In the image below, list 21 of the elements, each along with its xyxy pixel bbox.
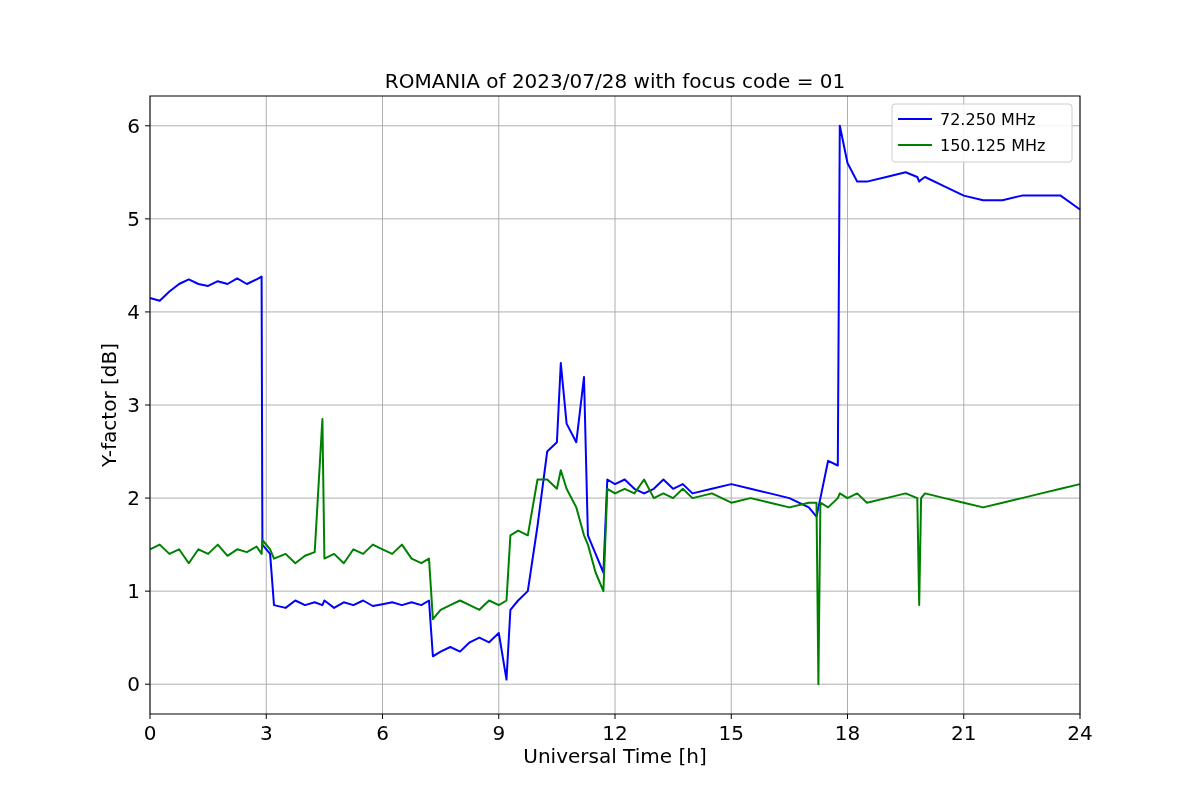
legend-label: 150.125 MHz <box>940 136 1046 155</box>
x-tick-label: 24 <box>1067 721 1093 745</box>
x-tick-label: 12 <box>602 721 628 745</box>
x-axis-label: Universal Time [h] <box>523 744 707 768</box>
x-tick-label: 21 <box>951 721 977 745</box>
y-tick-label: 4 <box>127 299 140 324</box>
x-tick-label: 18 <box>834 721 861 745</box>
x-tick-label: 9 <box>492 721 506 745</box>
x-tick-label: 6 <box>376 721 389 745</box>
chart-title: ROMANIA of 2023/07/28 with focus code = 01 <box>384 69 846 93</box>
x-tick-label: 0 <box>143 721 157 745</box>
y-tick-label: 6 <box>127 113 140 138</box>
y-tick-label: 5 <box>127 206 140 231</box>
y-tick-label: 0 <box>127 672 140 697</box>
x-tick-label: 15 <box>718 721 744 745</box>
x-tick-label: 3 <box>259 721 273 745</box>
y-tick-label: 3 <box>127 393 140 417</box>
y-axis-label: Y-factor [dB] <box>97 343 121 467</box>
y-tick-label: 2 <box>127 486 140 511</box>
legend-label: 72.250 MHz <box>940 110 1036 129</box>
y-tick-label: 1 <box>127 579 140 604</box>
